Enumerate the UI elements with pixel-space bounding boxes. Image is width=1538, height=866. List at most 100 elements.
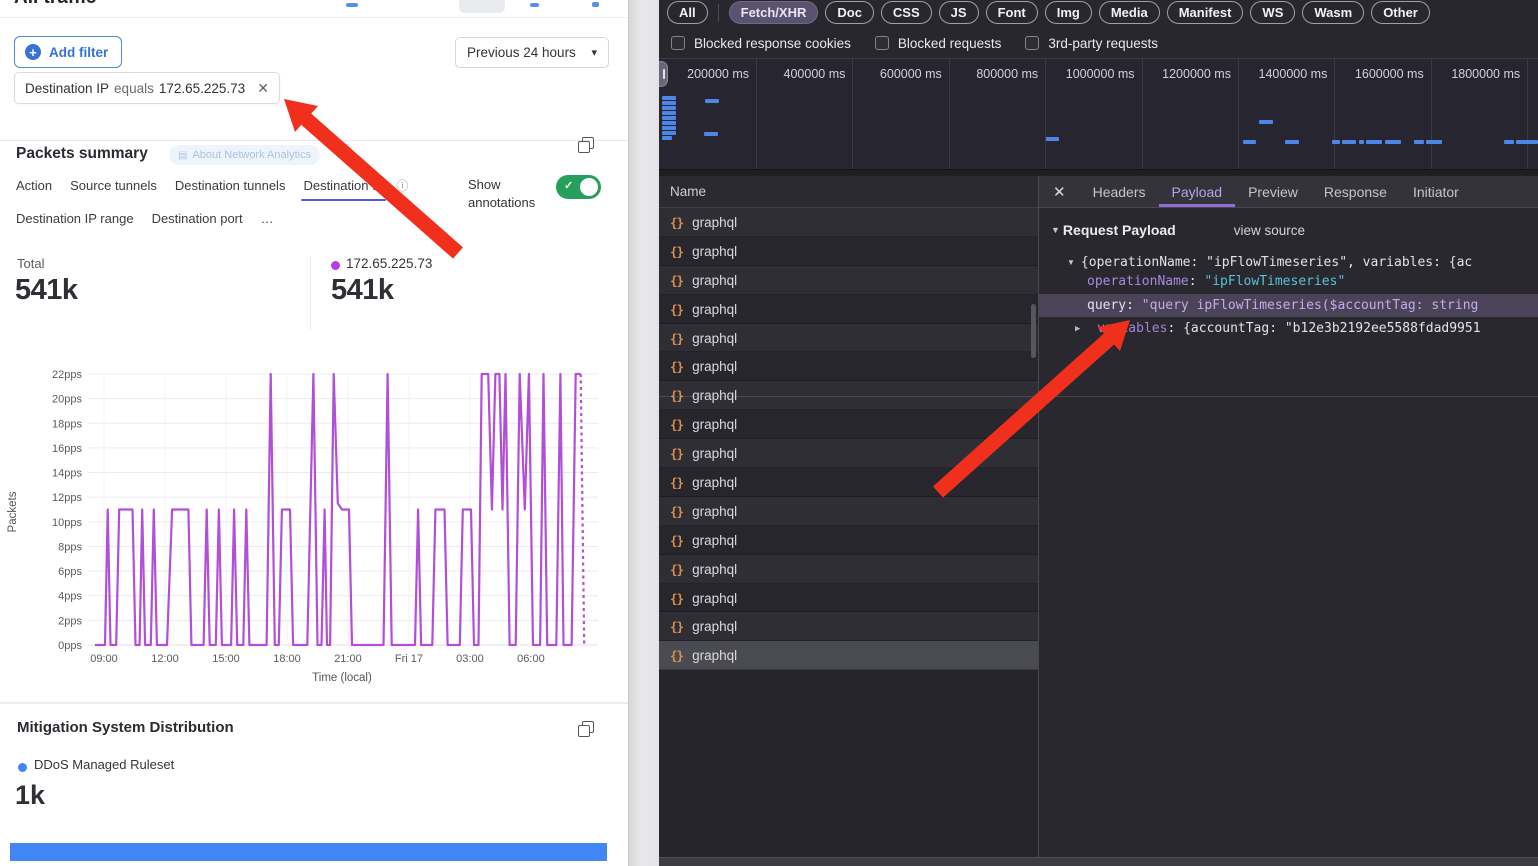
time-range-dropdown[interactable]: Previous 24 hours ▾ bbox=[455, 37, 609, 68]
request-row[interactable]: {} graphql bbox=[659, 266, 1038, 295]
filter-pill[interactable]: Img bbox=[1045, 1, 1092, 24]
payload-key: query bbox=[1087, 298, 1126, 313]
timeline-column: 400000 ms bbox=[757, 59, 853, 169]
svg-text:15:00: 15:00 bbox=[212, 653, 240, 665]
request-row[interactable]: {} graphql bbox=[659, 237, 1038, 266]
remove-filter-icon[interactable]: ✕ bbox=[257, 80, 269, 97]
timeline-column: 1600000 ms bbox=[1335, 59, 1431, 169]
request-row[interactable]: {} graphql bbox=[659, 555, 1038, 584]
json-icon: {} bbox=[670, 504, 683, 519]
request-row[interactable]: {} graphql bbox=[659, 410, 1038, 439]
svg-text:22pps: 22pps bbox=[52, 369, 82, 381]
show-annotations-toggle[interactable]: ✓ bbox=[556, 175, 601, 199]
request-list: {} graphql {} graphql {} graphql {} grap… bbox=[659, 208, 1038, 857]
svg-text:Packets: Packets bbox=[7, 491, 19, 532]
filter-pill[interactable]: CSS bbox=[881, 1, 932, 24]
clipped-toolbar-element bbox=[459, 0, 505, 13]
about-network-analytics-badge[interactable]: ▤ About Network Analytics bbox=[169, 145, 320, 165]
total-stat-label: Total bbox=[17, 256, 44, 271]
filter-chip[interactable]: Destination IP equals 172.65.225.73 ✕ bbox=[14, 72, 280, 104]
add-filter-button[interactable]: + Add filter bbox=[14, 36, 122, 68]
checkbox-icon[interactable] bbox=[671, 36, 685, 50]
timeline-column: 1800000 ms bbox=[1432, 59, 1528, 169]
filter-pill[interactable]: All bbox=[667, 1, 708, 24]
collapse-icon[interactable]: ▼ bbox=[1051, 225, 1060, 235]
detail-tab[interactable]: Payload bbox=[1159, 176, 1236, 207]
timeline-column: 1400000 ms bbox=[1239, 59, 1335, 169]
json-icon: {} bbox=[670, 648, 683, 663]
json-icon: {} bbox=[670, 244, 683, 259]
summary-tab[interactable]: Source tunnels bbox=[70, 178, 157, 193]
time-range-label: Previous 24 hours bbox=[467, 45, 576, 60]
request-row[interactable]: {} graphql bbox=[659, 526, 1038, 555]
payload-row[interactable]: ▶ variables : {accountTag: "b12e3b2192ee… bbox=[1039, 317, 1538, 341]
request-row[interactable]: {} graphql bbox=[659, 208, 1038, 237]
scrollbar-thumb[interactable] bbox=[1031, 304, 1036, 358]
detail-tab[interactable]: Response bbox=[1311, 176, 1400, 207]
detail-tab[interactable]: Preview bbox=[1235, 176, 1311, 207]
checkbox-label: Blocked response cookies bbox=[694, 36, 851, 51]
filter-pill[interactable]: Media bbox=[1099, 1, 1160, 24]
packets-timeseries-chart: 0pps2pps4pps6pps8pps10pps12pps14pps16pps… bbox=[0, 352, 628, 692]
checkbox-icon[interactable] bbox=[875, 36, 889, 50]
network-options-row: Blocked response cookies Blocked request… bbox=[659, 28, 1538, 58]
svg-text:09:00: 09:00 bbox=[90, 653, 118, 665]
request-payload-title: Request Payload bbox=[1063, 222, 1176, 238]
summary-tab[interactable]: Destination port bbox=[152, 211, 243, 226]
summary-tab[interactable]: Destination IP bbox=[303, 178, 384, 193]
request-row[interactable]: {} graphql bbox=[659, 641, 1038, 670]
filter-pill[interactable]: Doc bbox=[825, 1, 874, 24]
request-row[interactable]: {} graphql bbox=[659, 324, 1038, 353]
payload-preview-row[interactable]: ▼ {operationName: "ipFlowTimeseries", va… bbox=[1039, 238, 1538, 270]
request-row[interactable]: {} graphql bbox=[659, 439, 1038, 468]
network-checkbox[interactable]: Blocked response cookies bbox=[671, 36, 851, 51]
filter-pill[interactable]: Font bbox=[986, 1, 1038, 24]
checkbox-icon[interactable] bbox=[1025, 36, 1039, 50]
summary-tab[interactable]: Destination tunnels bbox=[175, 178, 286, 193]
filter-pill[interactable]: JS bbox=[939, 1, 979, 24]
filter-chip-value: 172.65.225.73 bbox=[159, 81, 245, 96]
mitigation-legend: DDoS Managed Ruleset bbox=[34, 757, 174, 772]
network-checkbox[interactable]: Blocked requests bbox=[875, 36, 1002, 51]
request-row[interactable]: {} graphql bbox=[659, 497, 1038, 526]
timeline-handle[interactable] bbox=[659, 61, 668, 87]
close-icon[interactable]: ✕ bbox=[1053, 183, 1066, 201]
filter-pill[interactable]: Manifest bbox=[1167, 1, 1244, 24]
payload-separator: : bbox=[1126, 298, 1142, 313]
svg-text:18pps: 18pps bbox=[52, 418, 82, 430]
svg-text:12:00: 12:00 bbox=[151, 653, 179, 665]
payload-preview-text: {operationName: "ipFlowTimeseries", vari… bbox=[1081, 255, 1472, 270]
payload-row[interactable]: query : "query ipFlowTimeseries($account… bbox=[1039, 294, 1538, 318]
filter-pill[interactable]: Wasm bbox=[1302, 1, 1364, 24]
request-row[interactable]: {} graphql bbox=[659, 612, 1038, 641]
detail-tab[interactable]: Initiator bbox=[1400, 176, 1472, 207]
timeline-tick-label: 600000 ms bbox=[853, 59, 948, 81]
request-row[interactable]: {} graphql bbox=[659, 468, 1038, 497]
expand-card-icon[interactable] bbox=[578, 137, 593, 152]
summary-tab[interactable]: Action bbox=[16, 178, 52, 193]
plus-icon: + bbox=[25, 44, 41, 60]
summary-tab[interactable]: … bbox=[261, 211, 274, 226]
summary-tab[interactable]: Destination IP range bbox=[16, 211, 134, 226]
summary-tabs-row2: Destination IP range Destination port … bbox=[16, 211, 274, 226]
request-row[interactable]: {} graphql bbox=[659, 584, 1038, 613]
request-row[interactable]: {} graphql bbox=[659, 352, 1038, 381]
detail-tab[interactable]: Headers bbox=[1080, 176, 1159, 207]
filter-pill[interactable]: Fetch/XHR bbox=[729, 1, 819, 24]
request-detail-panel: ✕ HeadersPayloadPreviewResponseInitiator… bbox=[1038, 176, 1538, 857]
network-checkbox[interactable]: 3rd-party requests bbox=[1025, 36, 1158, 51]
devtools-network-panel: All Fetch/XHR Doc CSS JS Font Img Media Manifest… bbox=[659, 0, 1538, 866]
filter-pill[interactable]: WS bbox=[1250, 1, 1295, 24]
timeline-column: 800000 ms bbox=[950, 59, 1046, 169]
json-icon: {} bbox=[670, 619, 683, 634]
collapse-icon[interactable]: ▼ bbox=[1067, 258, 1075, 267]
request-list-panel: Name {} graphql {} graphql {} graphql {}… bbox=[659, 176, 1038, 857]
request-row[interactable]: {} graphql bbox=[659, 295, 1038, 324]
name-column-header[interactable]: Name bbox=[659, 176, 1038, 208]
filter-pill[interactable]: Other bbox=[1371, 1, 1430, 24]
network-overview-timeline[interactable]: 200000 ms 400000 ms 600000 ms 800000 ms … bbox=[659, 58, 1538, 170]
view-source-link[interactable]: view source bbox=[1234, 223, 1305, 238]
payload-row[interactable]: operationName : "ipFlowTimeseries" bbox=[1039, 270, 1538, 294]
expand-card-icon[interactable] bbox=[578, 721, 593, 736]
payload-caret-icon[interactable]: ▶ bbox=[1075, 324, 1097, 334]
